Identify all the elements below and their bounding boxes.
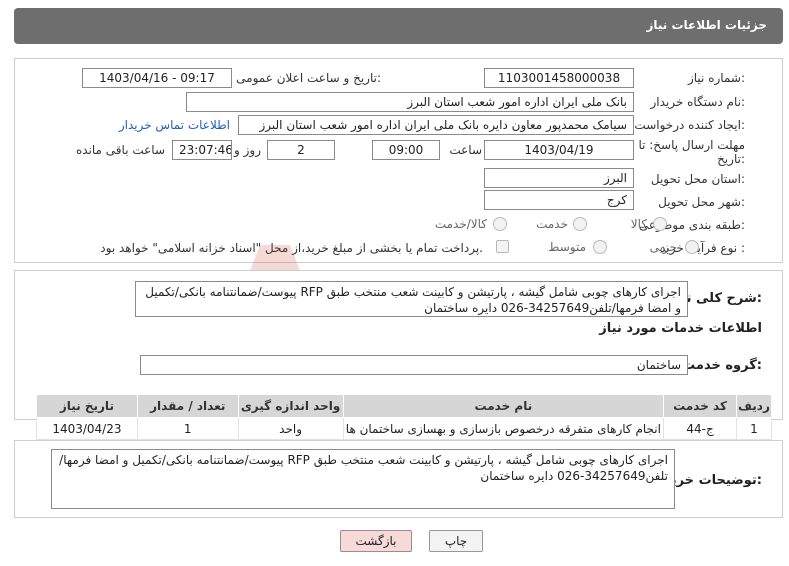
province-field: البرز — [484, 168, 634, 188]
services-table: ردیف کد خدمت نام خدمت واحد اندازه گیری ت… — [36, 394, 773, 440]
cell-need-date: 1403/04/23 — [36, 417, 138, 440]
province-label: استان محل تحویل: — [650, 172, 745, 186]
remaining-time-field: 23:07:46 — [172, 140, 232, 160]
deadline-label: مهلت ارسال پاسخ: تا — [638, 138, 745, 152]
buyer-org-label: نام دستگاه خریدار: — [650, 95, 746, 109]
treasury-payment-note: پرداخت تمام یا بخشی از مبلغ خرید،از محل … — [100, 241, 483, 255]
buyer-contact-link[interactable]: اطلاعات تماس خریدار — [119, 118, 230, 132]
days-field: 2 — [267, 140, 335, 160]
cell-row: 1 — [735, 417, 773, 440]
category-option-service: خدمت — [536, 217, 568, 231]
creator-field: سیامک محمدپور معاون دایره بانک ملی ایران… — [238, 115, 634, 135]
page-header: جزئیات اطلاعات نیاز — [14, 8, 783, 44]
category-option-goods: کالا — [630, 217, 647, 231]
category-radio-goods[interactable] — [653, 217, 667, 231]
cell-unit: واحد — [237, 417, 344, 440]
creator-label: ایجاد کننده درخواست: — [634, 118, 745, 132]
col-unit: واحد اندازه گیری — [237, 394, 344, 418]
category-radio-service[interactable] — [573, 217, 587, 231]
deadline-date-label: تاریخ: — [717, 152, 745, 166]
back-button[interactable]: بازگشت — [340, 530, 412, 552]
deadline-date-field: 1403/04/19 — [484, 140, 634, 160]
print-button[interactable]: چاپ — [429, 530, 483, 552]
cell-service-name: انجام کارهای متفرقه درخصوص بازسازی و بهس… — [342, 417, 665, 440]
page-title: جزئیات اطلاعات نیاز — [646, 18, 767, 32]
category-radio-goods-service[interactable] — [493, 217, 507, 231]
need-info-panel — [14, 58, 783, 263]
col-quantity: تعداد / مقدار — [136, 394, 239, 418]
col-need-date: تاریخ نیاز — [36, 394, 138, 418]
category-option-goods-service: کالا/خدمت — [434, 217, 487, 231]
cell-service-code: ج-44 — [663, 417, 737, 440]
buyer-org-field: بانک ملی ایران اداره امور شعب استان البر… — [186, 92, 634, 112]
table-row: 1 ج-44 انجام کارهای متفرقه درخصوص بازساز… — [36, 417, 773, 440]
service-group-field: ساختمان — [140, 355, 688, 375]
services-table-header: ردیف کد خدمت نام خدمت واحد اندازه گیری ت… — [36, 394, 773, 418]
treasury-payment-checkbox[interactable] — [496, 240, 509, 253]
process-radio-minor[interactable] — [685, 240, 699, 254]
col-row: ردیف — [735, 394, 773, 418]
service-group-label: گروه خدمت: — [682, 358, 762, 373]
buyer-notes-text: اجرای کارهای چوبی شامل گیشه ، پارتیشن و … — [51, 449, 675, 509]
announce-datetime-label: تاریخ و ساعت اعلان عمومی: — [236, 71, 381, 85]
process-option-medium: متوسط — [548, 240, 586, 254]
need-number-field: 1103001458000038 — [484, 68, 634, 88]
city-label: شهر محل تحویل: — [658, 195, 745, 209]
col-service-name: نام خدمت — [342, 394, 665, 418]
process-radio-medium[interactable] — [593, 240, 607, 254]
process-option-minor: جزیی — [649, 240, 677, 254]
need-number-label: شماره نیاز: — [687, 71, 745, 85]
col-service-code: کد خدمت — [663, 394, 737, 418]
days-label: روز و — [234, 143, 261, 157]
cell-quantity: 1 — [136, 417, 239, 440]
deadline-time-label: ساعت — [449, 143, 482, 157]
remaining-time-label: ساعت باقی مانده — [75, 143, 165, 157]
deadline-time-field: 09:00 — [372, 140, 440, 160]
need-summary-text: اجرای کارهای چوبی شامل گیشه ، پارتیشن و … — [135, 281, 688, 317]
city-field: کرج — [484, 190, 634, 210]
services-section-title: اطلاعات خدمات مورد نیاز — [599, 321, 762, 336]
announce-datetime-field: 1403/04/16 - 09:17 — [82, 68, 232, 88]
